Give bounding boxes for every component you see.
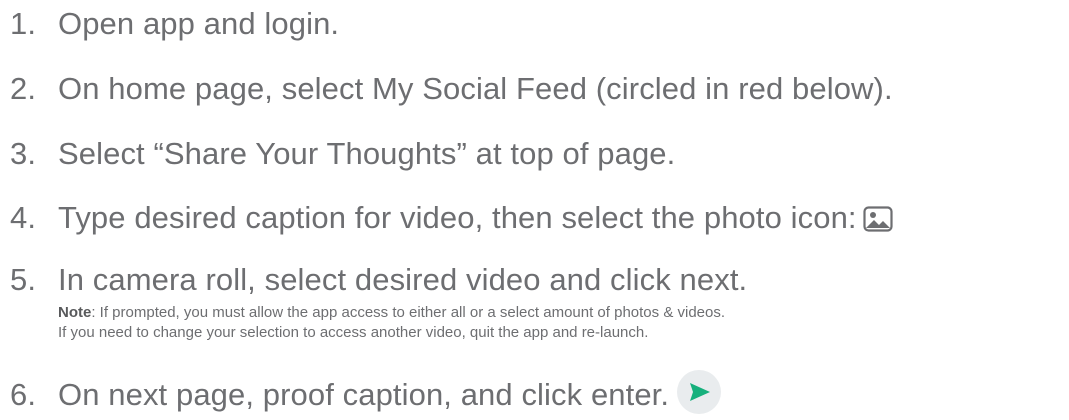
step-number: 5. <box>10 262 37 297</box>
step-number: 6. <box>10 377 37 412</box>
step-text: On next page, proof caption, and click e… <box>58 377 670 412</box>
note-label: Note <box>58 304 92 321</box>
note: Note: If prompted, you must allow the ap… <box>58 303 725 343</box>
step-number: 3. <box>10 136 37 171</box>
photo-icon <box>863 202 893 232</box>
step-1: 1. Open app and login. <box>10 4 339 44</box>
step-number: 1. <box>10 6 37 41</box>
step-text: Select “Share Your Thoughts” at top of p… <box>58 136 676 171</box>
step-5: 5. In camera roll, select desired video a… <box>10 260 747 300</box>
step-text: On home page, select My Social Feed (cir… <box>58 71 893 106</box>
step-text: Type desired caption for video, then sel… <box>58 200 857 235</box>
note-text-2: If you need to change your selection to … <box>58 324 649 341</box>
note-line-1: Note: If prompted, you must allow the ap… <box>58 303 725 323</box>
step-6: 6. On next page, proof caption, and click… <box>10 370 722 415</box>
step-text: Open app and login. <box>58 6 340 41</box>
step-4: 4. Type desired caption for video, then s… <box>10 198 893 238</box>
step-3: 3. Select “Share Your Thoughts” at top of… <box>10 134 675 174</box>
note-text-1: : If prompted, you must allow the app ac… <box>91 304 726 321</box>
step-2: 2. On home page, select My Social Feed (c… <box>10 69 893 109</box>
step-number: 2. <box>10 71 37 106</box>
step-text: In camera roll, select desired video and… <box>58 262 748 297</box>
step-number: 4. <box>10 200 37 235</box>
send-icon <box>677 370 722 414</box>
